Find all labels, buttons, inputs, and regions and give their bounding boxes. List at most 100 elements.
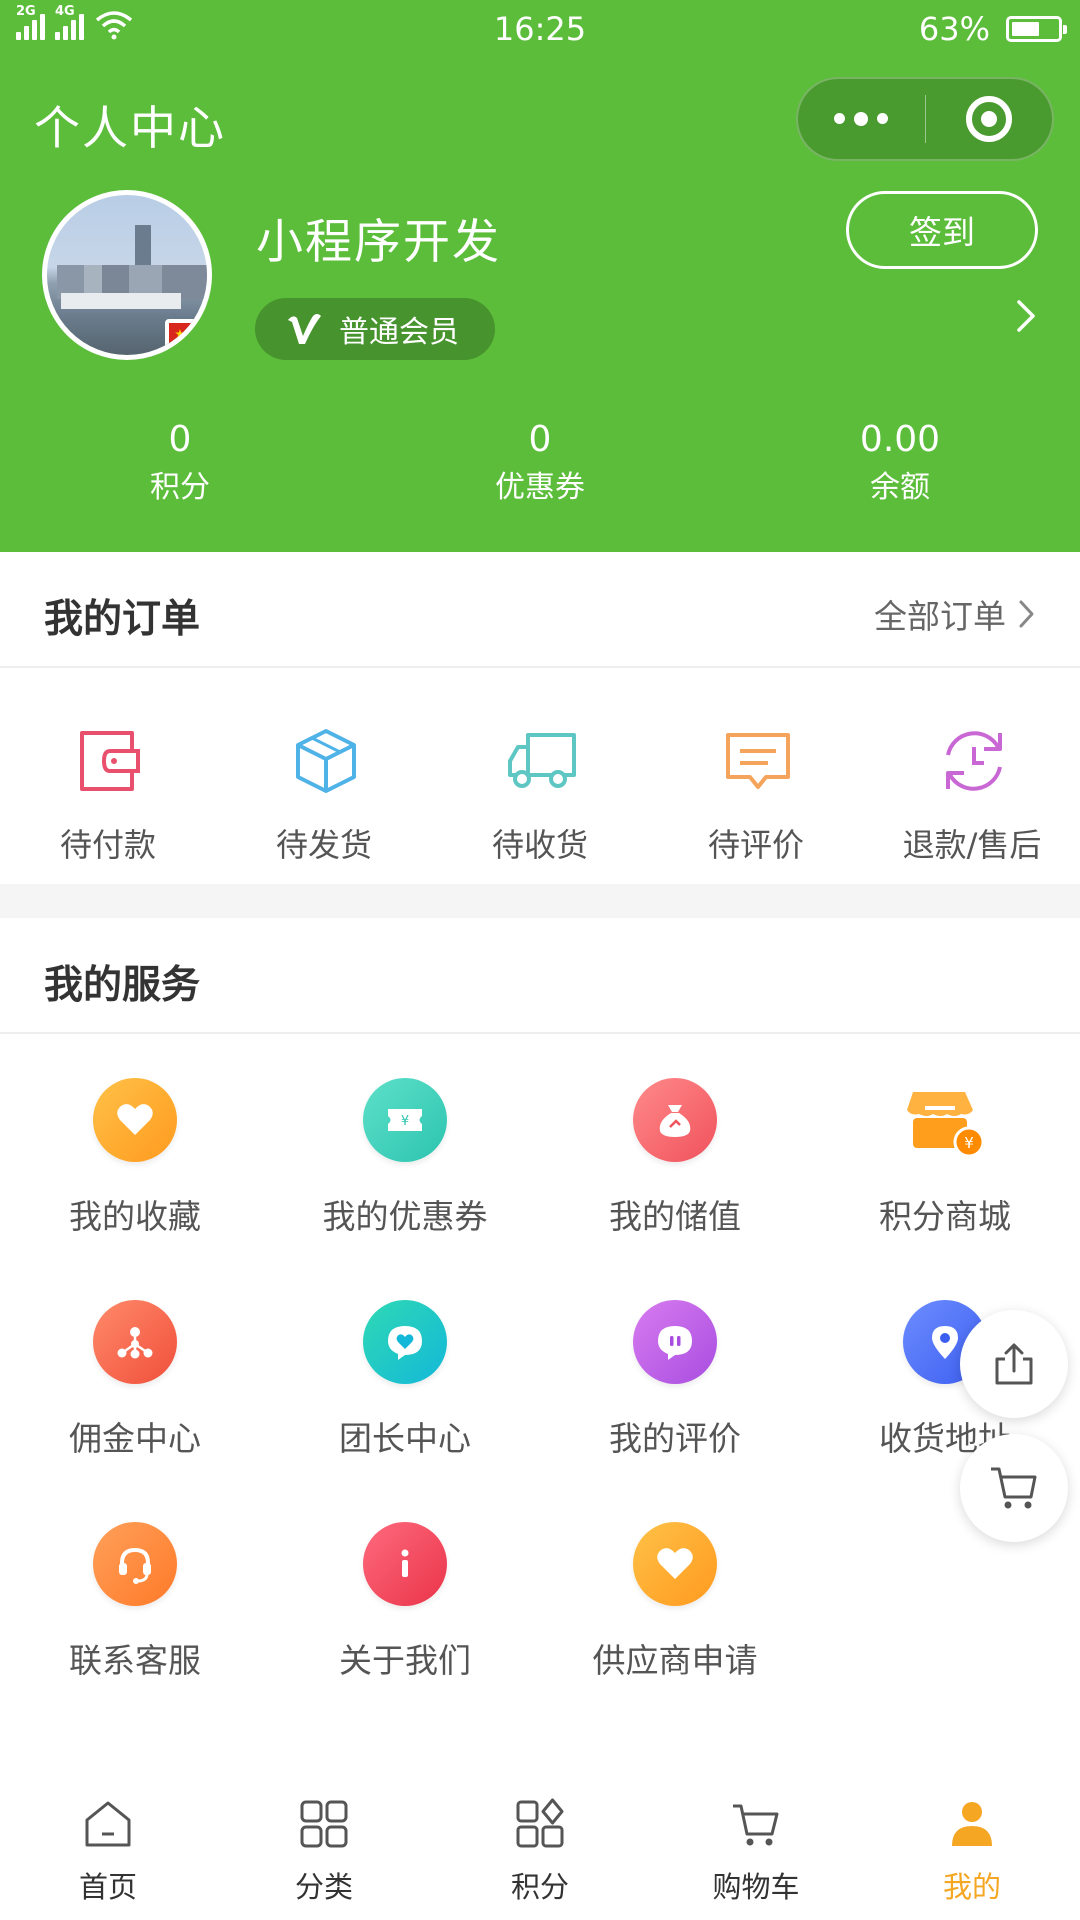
tab-points[interactable]: 积分 [432, 1760, 648, 1920]
username: 小程序开发 [256, 215, 501, 270]
chat-quote-icon [633, 1300, 717, 1384]
tab-label: 积分 [510, 1870, 569, 1904]
service-stored-value[interactable]: 我的储值 [540, 1078, 810, 1278]
orders-header: 我的订单 全部订单 [0, 552, 1080, 668]
service-label: 团长中心 [339, 1419, 471, 1458]
tab-mine[interactable]: 我的 [864, 1760, 1080, 1920]
service-supplier-apply[interactable]: 供应商申请 [540, 1522, 810, 1722]
tab-label: 首页 [78, 1870, 137, 1904]
box-icon [296, 729, 356, 793]
order-label: 待付款 [59, 826, 156, 864]
service-group-leader[interactable]: 团长中心 [270, 1300, 540, 1500]
heart-icon [633, 1522, 717, 1606]
stat-label: 优惠券 [495, 470, 585, 505]
service-label: 供应商申请 [592, 1641, 758, 1680]
status-bar: 2G 4G 16:25 63% [0, 0, 1080, 58]
service-label: 我的收藏 [69, 1197, 201, 1236]
services-title: 我的服务 [44, 963, 201, 1008]
order-label: 待评价 [707, 826, 804, 864]
network-icon [93, 1300, 177, 1384]
heart-icon [93, 1078, 177, 1162]
stat-balance[interactable]: 0.00 余额 [780, 418, 1020, 510]
service-my-reviews[interactable]: 我的评价 [540, 1300, 810, 1500]
order-label: 待收货 [491, 826, 588, 864]
service-points-mall[interactable]: ¥ 积分商城 [810, 1078, 1080, 1278]
share-icon [995, 1343, 1033, 1385]
stat-label: 积分 [150, 470, 210, 505]
tab-label: 我的 [942, 1870, 1001, 1904]
battery-icon [1006, 16, 1067, 42]
tab-category[interactable]: 分类 [216, 1760, 432, 1920]
store-icon: ¥ [903, 1078, 987, 1162]
order-pending-review[interactable]: 待评价 [648, 670, 864, 884]
refresh-icon [946, 731, 1002, 791]
avatar[interactable] [42, 190, 212, 360]
page-title: 个人中心 [34, 101, 226, 155]
miniprogram-capsule [796, 77, 1054, 161]
tab-cart[interactable]: 购物车 [648, 1760, 864, 1920]
headset-icon [93, 1522, 177, 1606]
member-level-label: 普通会员 [339, 315, 459, 350]
stat-value: 0.00 [859, 419, 941, 460]
cart-icon [991, 1467, 1037, 1509]
flag-icon [165, 319, 205, 355]
tab-home[interactable]: 首页 [0, 1760, 216, 1920]
home-icon [85, 1801, 131, 1847]
chevron-right-icon[interactable] [1013, 296, 1041, 336]
cart-icon [733, 1804, 779, 1846]
orders-title: 我的订单 [44, 597, 201, 642]
vip-v-icon [288, 314, 321, 344]
truck-icon [508, 733, 576, 788]
service-label: 我的评价 [609, 1419, 741, 1458]
share-button[interactable] [960, 1310, 1068, 1418]
service-about-us[interactable]: 关于我们 [270, 1522, 540, 1722]
section-divider [0, 884, 1080, 918]
order-pending-shipment[interactable]: 待发货 [216, 670, 432, 884]
service-label: 我的优惠券 [322, 1197, 488, 1236]
moneybag-icon [633, 1078, 717, 1162]
comment-icon [726, 733, 790, 789]
order-label: 待发货 [275, 826, 372, 864]
services-header: 我的服务 [0, 918, 1080, 1034]
info-icon [363, 1522, 447, 1606]
stat-coupons[interactable]: 0 优惠券 [420, 418, 660, 510]
stat-label: 余额 [870, 470, 930, 505]
order-pending-receipt[interactable]: 待收货 [432, 670, 648, 884]
chat-heart-icon [363, 1300, 447, 1384]
member-badge[interactable]: 普通会员 [255, 298, 495, 360]
svg-text:¥: ¥ [401, 1114, 409, 1129]
tab-label: 购物车 [712, 1870, 800, 1904]
all-orders-link[interactable]: 全部订单 [874, 590, 1036, 638]
floating-cart-button[interactable] [960, 1434, 1068, 1542]
tab-bar: 首页 分类 积分 购物车 我的 [0, 1760, 1080, 1920]
ticket-icon: ¥ [363, 1078, 447, 1162]
stat-value: 0 [528, 419, 552, 460]
battery-percent: 63% [918, 10, 990, 48]
order-label: 退款/售后 [902, 826, 1042, 864]
stat-value: 0 [168, 419, 192, 460]
signin-button[interactable]: 签到 [846, 191, 1038, 269]
close-miniprogram-icon[interactable] [925, 96, 1052, 142]
service-label: 联系客服 [69, 1641, 201, 1680]
chevron-right-icon [1019, 600, 1034, 628]
service-customer-support[interactable]: 联系客服 [0, 1522, 270, 1722]
grid-icon [300, 1800, 348, 1848]
service-label: 佣金中心 [69, 1419, 201, 1458]
service-coupons[interactable]: ¥ 我的优惠券 [270, 1078, 540, 1278]
service-favorites[interactable]: 我的收藏 [0, 1078, 270, 1278]
service-label: 我的储值 [609, 1197, 741, 1236]
order-refund[interactable]: 退款/售后 [864, 670, 1080, 884]
points-grid-icon [516, 1798, 564, 1848]
more-menu-icon[interactable] [798, 111, 925, 126]
order-pending-payment[interactable]: 待付款 [0, 670, 216, 884]
service-label: 积分商城 [879, 1197, 1011, 1236]
service-commission[interactable]: 佣金中心 [0, 1300, 270, 1500]
all-orders-label: 全部订单 [874, 597, 1006, 636]
profile-header: 2G 4G 16:25 63% 个人中心 小程序开发 普通会员 签到 0 积分 … [0, 0, 1080, 552]
tab-label: 分类 [294, 1870, 353, 1904]
svg-text:¥: ¥ [964, 1134, 974, 1152]
user-icon [952, 1802, 992, 1846]
stats-row: 0 积分 0 优惠券 0.00 余额 [0, 418, 1080, 518]
stat-points[interactable]: 0 积分 [60, 418, 300, 510]
orders-row: 待付款 待发货 待收货 待评价 退款/售后 [0, 670, 1080, 884]
